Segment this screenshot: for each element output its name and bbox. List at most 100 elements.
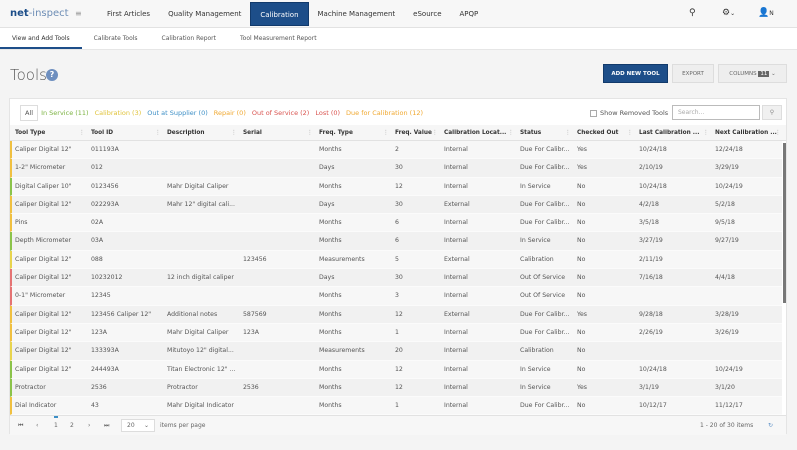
table-row[interactable]: 0-1" Micrometer 12345 Months 3 Internal Out O… [10, 287, 782, 306]
cell-calibration-locat: Internal [444, 182, 468, 190]
column-menu-icon[interactable]: ⋮ [383, 125, 389, 141]
prev-page-icon[interactable]: ‹ [36, 422, 38, 429]
next-page-icon[interactable]: › [88, 422, 90, 429]
page-size-select[interactable]: 20 ⌄ [121, 419, 155, 432]
user-icon[interactable]: 👤N [758, 8, 774, 18]
column-menu-icon[interactable]: ⋮ [231, 125, 237, 141]
table-row[interactable]: Depth Micrometer 03A Months 6 Internal In Ser… [10, 232, 782, 251]
table-row[interactable]: Caliper Digital 12" 133393A Mitutoyo 12" d… [10, 342, 782, 361]
page-1[interactable]: 1 [54, 416, 58, 429]
cell-next-calibration: 12/24/18 [715, 146, 743, 153]
column-menu-icon[interactable]: ⋮ [627, 125, 633, 141]
cell-freq-type: Months [319, 292, 342, 300]
tab-calibration-report[interactable]: Calibration Report [150, 28, 228, 49]
column-header-tool-id[interactable]: Tool ID [91, 125, 113, 141]
tab-tool-measurement-report[interactable]: Tool Measurement Report [228, 28, 329, 49]
nav-first-articles[interactable]: First Articles [98, 2, 159, 26]
column-header-description[interactable]: Description [167, 125, 205, 141]
cell-status: Due For Calibr... [520, 200, 570, 208]
nav-quality-management[interactable]: Quality Management [159, 2, 250, 26]
column-menu-icon[interactable]: ⋮ [703, 125, 709, 141]
help-icon[interactable]: ? [46, 69, 58, 81]
columns-button[interactable]: COLUMNS 11 ⌄ [718, 64, 787, 83]
table-row[interactable]: Caliper Digital 12" 123A Mahr Digital Cali… [10, 323, 782, 343]
column-header-status[interactable]: Status [520, 125, 541, 141]
table-row[interactable]: Caliper Digital 12" 10232012 12 inch digit… [10, 269, 782, 288]
first-page-icon[interactable]: ⏮ [18, 422, 23, 430]
column-menu-icon[interactable]: ⋮ [155, 125, 161, 141]
search-input[interactable]: Search... [672, 105, 760, 120]
gear-icon[interactable]: ⚙⌄ [722, 8, 735, 18]
column-header-calibration-locat[interactable]: Calibration Locat... [444, 125, 506, 141]
cell-last-calibration: 7/16/18 [639, 274, 663, 282]
table-row[interactable]: Caliper Digital 12" 244493A Titan Electron… [10, 360, 782, 379]
search-button[interactable]: ⚲ [762, 105, 782, 120]
column-menu-icon[interactable]: ⋮ [775, 125, 781, 141]
nav-esource[interactable]: eSource [404, 2, 450, 26]
column-header-last-calibration[interactable]: Last Calibration ... [639, 125, 699, 141]
filter-calibration-3[interactable]: Calibration (3) [92, 109, 145, 117]
filter-lost-0[interactable]: Lost (0) [312, 109, 343, 117]
tab-calibrate-tools[interactable]: Calibrate Tools [82, 28, 150, 49]
filter-repair-0[interactable]: Repair (0) [211, 109, 249, 117]
table-row[interactable]: Protractor 2536 Protractor 2536 Months 12 Inte… [10, 378, 782, 398]
cell-freq-value: 12 [395, 365, 403, 373]
cell-next-calibration: 11/12/17 [715, 402, 743, 410]
column-menu-icon[interactable]: ⋮ [307, 125, 313, 141]
cell-checked-out: No [577, 274, 586, 282]
cell-checked-out: No [577, 237, 586, 245]
cell-status: Out Of Service [520, 292, 566, 300]
pager: ⏮ ‹ 1 2 › ⏭ 20 ⌄ items per page 1 - 20 o… [10, 415, 786, 435]
cell-last-calibration: 3/27/19 [639, 237, 663, 245]
refresh-icon[interactable]: ↻ [768, 422, 773, 429]
table-row[interactable]: Caliper Digital 12" 022293A Mahr 12" digit… [10, 195, 782, 215]
column-header-tool-type[interactable]: Tool Type [15, 125, 45, 141]
page-2[interactable]: 2 [70, 422, 74, 429]
cell-freq-type: Months [319, 146, 342, 153]
cell-freq-type: Months [319, 328, 342, 336]
column-header-checked-out[interactable]: Checked Out [577, 125, 618, 141]
search-icon[interactable]: ⚲ [689, 8, 696, 18]
column-header-serial[interactable]: Serial [243, 125, 262, 141]
cell-tool-type: Dial Indicator [15, 402, 57, 410]
nav-calibration[interactable]: Calibration [250, 2, 309, 26]
filter-all[interactable]: All [20, 105, 39, 121]
last-page-icon[interactable]: ⏭ [104, 422, 109, 430]
hamburger-menu-icon[interactable]: ≡ [75, 9, 82, 18]
export-button[interactable]: EXPORT [672, 64, 714, 83]
vertical-scrollbar[interactable] [783, 143, 786, 303]
table-row[interactable]: Pins 02A Months 6 Internal Due For Calibr... N… [10, 214, 782, 233]
filter-out-of-service-2[interactable]: Out of Service (2) [249, 109, 312, 117]
column-header-freq-value[interactable]: Freq. Value [395, 125, 432, 141]
filter-out-at-supplier-0[interactable]: Out at Supplier (0) [144, 109, 211, 117]
filter-due-for-calibration-12[interactable]: Due for Calibration (12) [343, 109, 426, 117]
cell-freq-value: 30 [395, 274, 403, 282]
tab-view-and-add-tools[interactable]: View and Add Tools [0, 28, 82, 49]
cell-calibration-locat: External [444, 255, 470, 263]
cell-last-calibration: 2/11/19 [639, 255, 663, 263]
table-row[interactable]: Dial Indicator 43 Mahr Digital Indicator Mo… [10, 397, 782, 416]
column-menu-icon[interactable]: ⋮ [565, 125, 571, 141]
cell-last-calibration: 10/12/17 [639, 402, 667, 410]
add-new-tool-button[interactable]: ADD NEW TOOL [603, 64, 668, 83]
table-row[interactable]: Caliper Digital 12" 011193A Months 2 Interna… [10, 141, 782, 160]
checkbox-icon[interactable] [590, 109, 597, 117]
logo[interactable]: net-inspect [10, 8, 69, 19]
cell-status: Out Of Service [520, 274, 566, 282]
table-row[interactable]: Caliper Digital 12" 088 123456 Measurements… [10, 250, 782, 270]
table-row[interactable]: 1-2" Micrometer 012 Days 30 Internal Due For … [10, 159, 782, 178]
column-header-next-calibration[interactable]: Next Calibration ... [715, 125, 777, 141]
nav-machine-management[interactable]: Machine Management [309, 2, 405, 26]
cell-checked-out: Yes [577, 164, 587, 172]
table-header: Tool Type ⋮ Tool ID ⋮ Description ⋮ Serial ⋮ Fre… [10, 125, 786, 141]
column-menu-icon[interactable]: ⋮ [79, 125, 85, 141]
column-header-freq-type[interactable]: Freq. Type [319, 125, 353, 141]
cell-tool-id: 022293A [91, 200, 119, 208]
column-menu-icon[interactable]: ⋮ [432, 125, 438, 141]
filter-in-service-11[interactable]: In Service (11) [38, 109, 92, 117]
show-removed-checkbox[interactable]: Show Removed Tools [590, 109, 668, 117]
column-menu-icon[interactable]: ⋮ [508, 125, 514, 141]
table-row[interactable]: Caliper Digital 12" 123456 Caliper 12" Add… [10, 305, 782, 324]
table-row[interactable]: Digital Caliper 10" 0123456 Mahr Digital C… [10, 177, 782, 196]
nav-apqp[interactable]: APQP [451, 2, 488, 26]
